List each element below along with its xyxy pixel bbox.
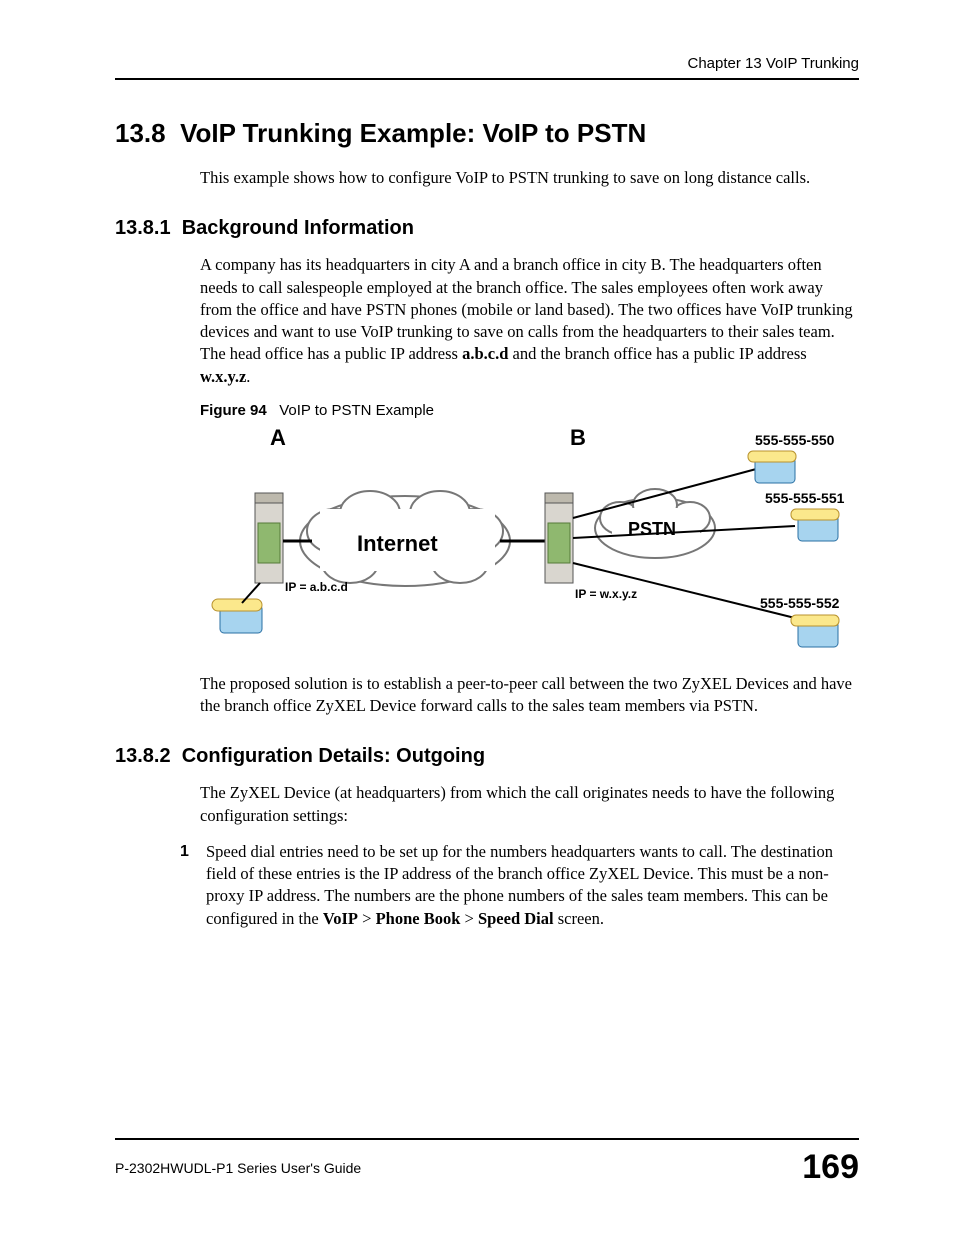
router-a-icon — [255, 493, 283, 583]
footer-rule — [115, 1138, 859, 1140]
cloud-internet-label: Internet — [357, 531, 438, 556]
phone-1-label: 555-555-550 — [755, 432, 835, 448]
cloud-pstn-label: PSTN — [628, 519, 676, 539]
ip-headquarters: a.b.c.d — [462, 344, 508, 363]
list-item: 1 Speed dial entries need to be set up f… — [180, 841, 859, 930]
phone-3-icon — [791, 615, 839, 647]
gt-2: > — [465, 909, 474, 928]
section-intro: This example shows how to configure VoIP… — [200, 167, 859, 189]
phone-2-icon — [791, 509, 839, 541]
subsection-title-2: Configuration Details: Outgoing — [182, 745, 485, 767]
phone-a-icon — [212, 599, 262, 633]
list-item-text-post: screen. — [554, 909, 604, 928]
section-number: 13.8 — [115, 118, 166, 148]
ip-branch: w.x.y.z — [200, 367, 246, 386]
subsection-number-2: 13.8.2 — [115, 745, 171, 767]
figure-caption: Figure 94 VoIP to PSTN Example — [200, 402, 859, 419]
ip-a-label: IP = a.b.c.d — [285, 580, 348, 594]
node-b-label: B — [570, 425, 586, 450]
subsection-title: Background Information — [182, 217, 414, 239]
footer-guide-name: P-2302HWUDL-P1 Series User's Guide — [115, 1160, 361, 1176]
background-paragraph-2: The proposed solution is to establish a … — [200, 673, 859, 718]
section-title: VoIP Trunking Example: VoIP to PSTN — [180, 118, 646, 148]
figure-caption-text: VoIP to PSTN Example — [279, 402, 434, 419]
config-intro: The ZyXEL Device (at headquarters) from … — [200, 782, 859, 827]
bg-text-post: . — [246, 367, 250, 386]
figure-diagram: A B — [200, 423, 860, 663]
nav-phone-book: Phone Book — [376, 909, 461, 928]
nav-voip: VoIP — [323, 909, 358, 928]
page-footer: P-2302HWUDL-P1 Series User's Guide 169 — [115, 1138, 859, 1187]
subsection-number: 13.8.1 — [115, 217, 171, 239]
page-number: 169 — [802, 1148, 859, 1187]
header-rule — [115, 78, 859, 80]
subsection-heading-1: 13.8.1 Background Information — [115, 217, 859, 240]
list-item-number: 1 — [180, 841, 189, 863]
bg-text-mid: and the branch office has a public IP ad… — [508, 344, 806, 363]
phone-3-label: 555-555-552 — [760, 595, 840, 611]
router-b-icon — [545, 493, 573, 583]
node-a-label: A — [270, 425, 286, 450]
ip-b-label: IP = w.x.y.z — [575, 587, 637, 601]
figure-label: Figure 94 — [200, 402, 267, 419]
gt-1: > — [362, 909, 371, 928]
phone-1-icon — [748, 451, 796, 483]
background-paragraph-1: A company has its headquarters in city A… — [200, 254, 859, 388]
running-header: Chapter 13 VoIP Trunking — [115, 55, 859, 72]
phone-2-label: 555-555-551 — [765, 490, 845, 506]
nav-speed-dial: Speed Dial — [478, 909, 554, 928]
section-heading: 13.8 VoIP Trunking Example: VoIP to PSTN — [115, 118, 859, 149]
subsection-heading-2: 13.8.2 Configuration Details: Outgoing — [115, 745, 859, 768]
